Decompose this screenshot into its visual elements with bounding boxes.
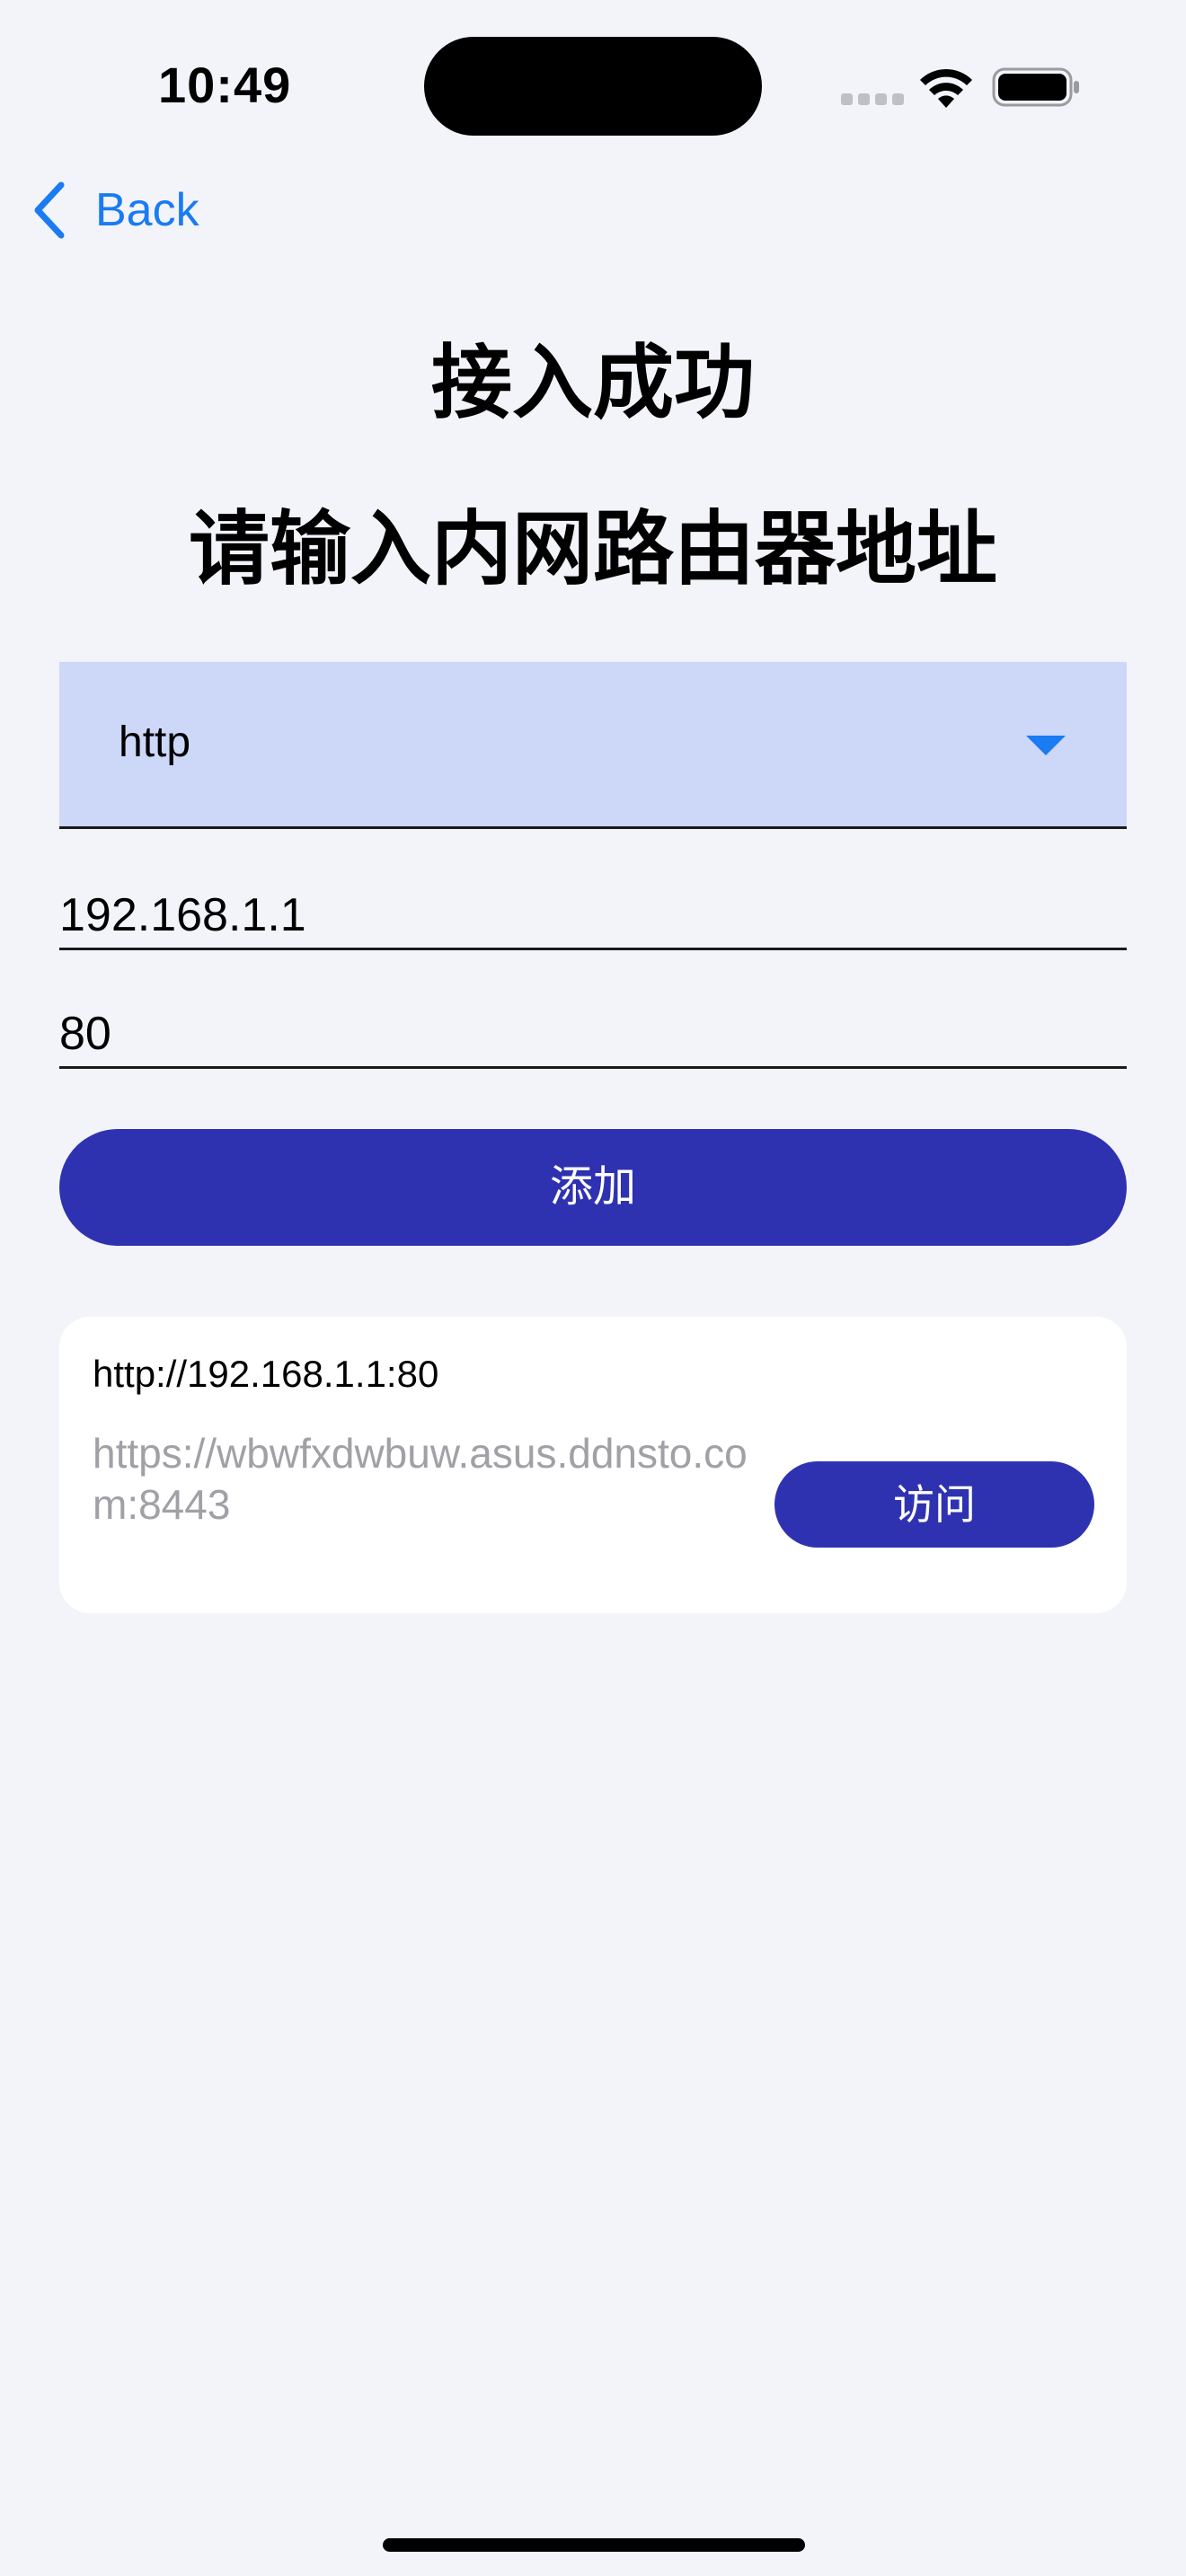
- protocol-dropdown[interactable]: http: [59, 662, 1127, 829]
- cellular-signal-icon: [841, 93, 904, 106]
- ip-address-value: 192.168.1.1: [59, 889, 306, 941]
- chevron-left-icon: [34, 181, 65, 239]
- visit-button[interactable]: 访问: [774, 1461, 1094, 1548]
- dropdown-arrow-icon: [1026, 736, 1066, 755]
- battery-icon: [992, 67, 1079, 107]
- add-button[interactable]: 添加: [59, 1129, 1127, 1246]
- page-title: 接入成功: [431, 339, 755, 428]
- wifi-icon: [920, 68, 972, 108]
- back-button[interactable]: Back: [32, 176, 248, 244]
- back-label: Back: [95, 184, 199, 236]
- dynamic-island: [424, 37, 762, 136]
- remote-address: https://wbwfxdwbuw.asus.ddnsto.com:8443: [93, 1430, 748, 1528]
- ip-address-field[interactable]: 192.168.1.1: [59, 887, 1127, 950]
- lan-address: http://192.168.1.1:80: [93, 1353, 439, 1395]
- port-value: 80: [59, 1008, 111, 1060]
- status-time: 10:49: [158, 57, 292, 113]
- port-field[interactable]: 80: [59, 1006, 1127, 1069]
- protocol-selected-value: http: [119, 719, 191, 766]
- address-card: http://192.168.1.1:80 https://wbwfxdwbuw…: [59, 1317, 1127, 1613]
- page-subtitle: 请输入内网路由器地址: [189, 505, 997, 595]
- home-indicator[interactable]: [383, 2538, 805, 2552]
